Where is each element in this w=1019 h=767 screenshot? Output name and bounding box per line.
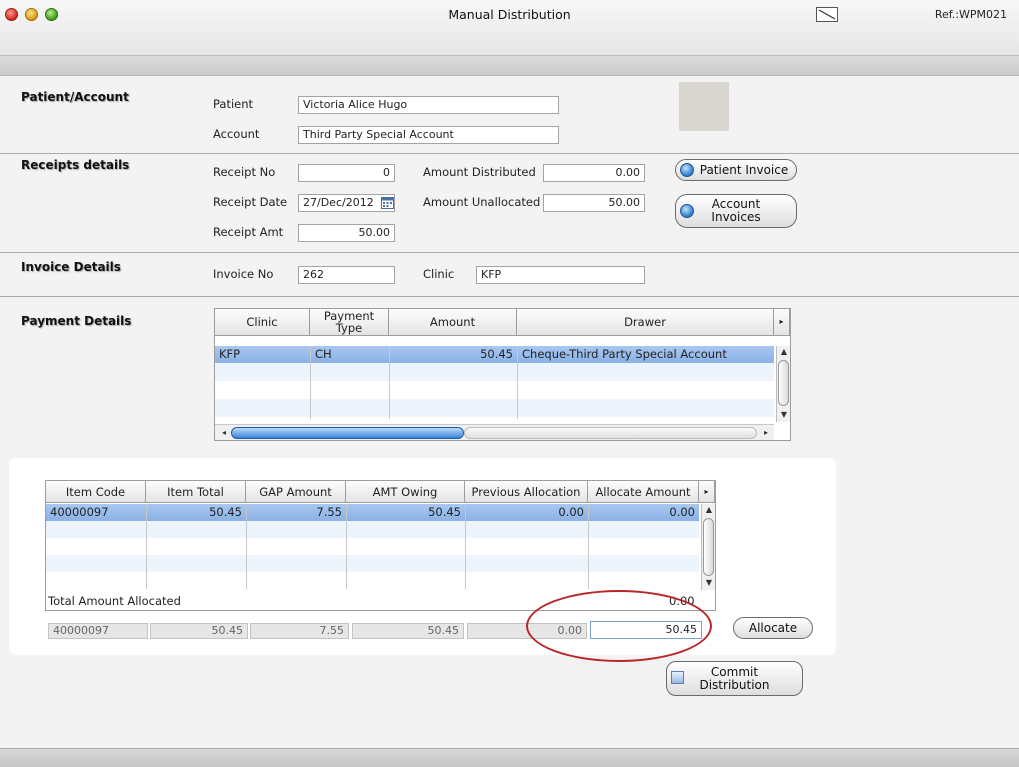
- col-payment-type-line2: Type: [335, 321, 363, 335]
- total-allocated-label: Total Amount Allocated: [48, 594, 181, 608]
- col-payment-type[interactable]: Payment Type: [310, 309, 389, 336]
- section-invoice-details: Invoice Details: [21, 260, 121, 274]
- edit-amt-owing: 50.45: [352, 623, 464, 639]
- receipt-amt-field[interactable]: 50.00: [298, 224, 395, 242]
- divider: [0, 296, 1019, 297]
- payment-table: Clinic Payment Type Amount Drawer ▸ KFP …: [214, 308, 791, 441]
- scroll-thumb[interactable]: [703, 518, 714, 576]
- column-scroll-right-icon[interactable]: ▸: [699, 481, 715, 503]
- amount-unallocated-field[interactable]: 50.00: [543, 194, 645, 212]
- receipt-no-label: Receipt No: [213, 165, 276, 179]
- toolbar-toggle-icon[interactable]: [816, 7, 838, 22]
- payment-cell-drawer[interactable]: Cheque-Third Party Special Account: [517, 346, 774, 363]
- payment-cell-amount[interactable]: 50.45: [389, 346, 517, 363]
- section-payment-details: Payment Details: [21, 314, 132, 328]
- sub-toolbar: [0, 56, 1019, 76]
- patient-invoice-button[interactable]: Patient Invoice: [675, 159, 797, 181]
- amount-unallocated-label: Amount Unallocated: [423, 195, 541, 209]
- col-clinic[interactable]: Clinic: [215, 309, 310, 336]
- table-row[interactable]: [46, 521, 699, 538]
- allocate-button[interactable]: Allocate: [733, 617, 813, 639]
- item-cell-gap[interactable]: 7.55: [246, 504, 346, 521]
- patient-invoice-label: Patient Invoice: [699, 162, 789, 177]
- section-patient-account: Patient/Account: [21, 90, 129, 104]
- item-cell-total[interactable]: 50.45: [146, 504, 246, 521]
- col-item-total[interactable]: Item Total: [146, 481, 246, 503]
- item-cell-allocate[interactable]: 0.00: [588, 504, 699, 521]
- col-gap-amount[interactable]: GAP Amount: [246, 481, 346, 503]
- receipt-date-value: 27/Dec/2012: [303, 196, 374, 209]
- account-label: Account: [213, 127, 260, 141]
- payment-cell-clinic[interactable]: KFP: [215, 346, 310, 363]
- patient-photo: [679, 82, 729, 131]
- scroll-thumb[interactable]: [778, 360, 789, 406]
- col-allocate-amount[interactable]: Allocate Amount: [588, 481, 699, 503]
- divider: [0, 153, 1019, 154]
- col-item-code[interactable]: Item Code: [46, 481, 146, 503]
- table-row[interactable]: [46, 555, 699, 572]
- col-amt-owing[interactable]: AMT Owing: [346, 481, 465, 503]
- item-cell-code[interactable]: 40000097: [46, 504, 146, 521]
- commit-label-2: Distribution: [699, 677, 770, 692]
- item-cell-owing[interactable]: 50.45: [346, 504, 465, 521]
- account-field[interactable]: Third Party Special Account: [298, 126, 559, 144]
- window-title: Manual Distribution: [448, 7, 571, 22]
- edit-item-total: 50.45: [150, 623, 248, 639]
- item-cell-previous[interactable]: 0.00: [465, 504, 588, 521]
- highlight-ellipse: [526, 590, 712, 662]
- screen-ref: Ref.:WPM021: [934, 8, 1007, 21]
- col-amount[interactable]: Amount: [389, 309, 517, 336]
- clinic-field[interactable]: KFP: [476, 266, 645, 284]
- scroll-down-icon[interactable]: ▼: [777, 410, 791, 419]
- receipt-date-label: Receipt Date: [213, 195, 288, 209]
- divider: [0, 252, 1019, 253]
- clinic-label: Clinic: [423, 267, 455, 281]
- account-invoices-button[interactable]: Account Invoices: [675, 194, 797, 228]
- payment-horizontal-scrollbar[interactable]: ◂ ▸: [215, 424, 774, 440]
- scroll-right-icon[interactable]: ▸: [759, 428, 773, 437]
- amount-distributed-label: Amount Distributed: [423, 165, 536, 179]
- column-scroll-right-icon[interactable]: ▸: [774, 309, 790, 336]
- payment-cell-type[interactable]: CH: [310, 346, 389, 363]
- section-receipts: Receipts details: [21, 158, 130, 172]
- scroll-down-icon[interactable]: ▼: [702, 578, 716, 587]
- amount-distributed-field[interactable]: 0.00: [543, 164, 645, 182]
- patient-field[interactable]: Victoria Alice Hugo: [298, 96, 559, 114]
- edit-gap-amount: 7.55: [250, 623, 349, 639]
- table-row[interactable]: [215, 363, 774, 381]
- receipt-no-field[interactable]: 0: [298, 164, 395, 182]
- edit-item-code: 40000097: [48, 623, 148, 639]
- invoice-icon: [680, 163, 694, 177]
- col-previous-allocation[interactable]: Previous Allocation: [465, 481, 588, 503]
- status-bar: [0, 748, 1019, 767]
- invoice-no-label: Invoice No: [213, 267, 274, 281]
- col-drawer[interactable]: Drawer: [517, 309, 774, 336]
- save-icon: [671, 671, 684, 684]
- commit-distribution-button[interactable]: Commit Distribution: [666, 661, 803, 696]
- title-bar: Manual Distribution Ref.:WPM021: [0, 0, 1019, 56]
- scroll-up-icon[interactable]: ▲: [777, 347, 791, 356]
- commit-label-1: Commit: [710, 664, 759, 679]
- horizontal-scroll-thumb[interactable]: [231, 427, 464, 439]
- table-row[interactable]: [215, 399, 774, 417]
- calendar-icon[interactable]: [381, 196, 394, 209]
- invoice-no-field[interactable]: 262: [298, 266, 395, 284]
- payment-vertical-scrollbar[interactable]: ▲ ▼: [776, 346, 790, 422]
- scroll-up-icon[interactable]: ▲: [702, 505, 716, 514]
- scroll-left-icon[interactable]: ◂: [217, 428, 231, 437]
- invoice-icon: [680, 204, 694, 218]
- items-vertical-scrollbar[interactable]: ▲ ▼: [701, 504, 715, 590]
- patient-label: Patient: [213, 97, 254, 111]
- account-invoices-label-2: Invoices: [711, 210, 761, 224]
- receipt-amt-label: Receipt Amt: [213, 225, 284, 239]
